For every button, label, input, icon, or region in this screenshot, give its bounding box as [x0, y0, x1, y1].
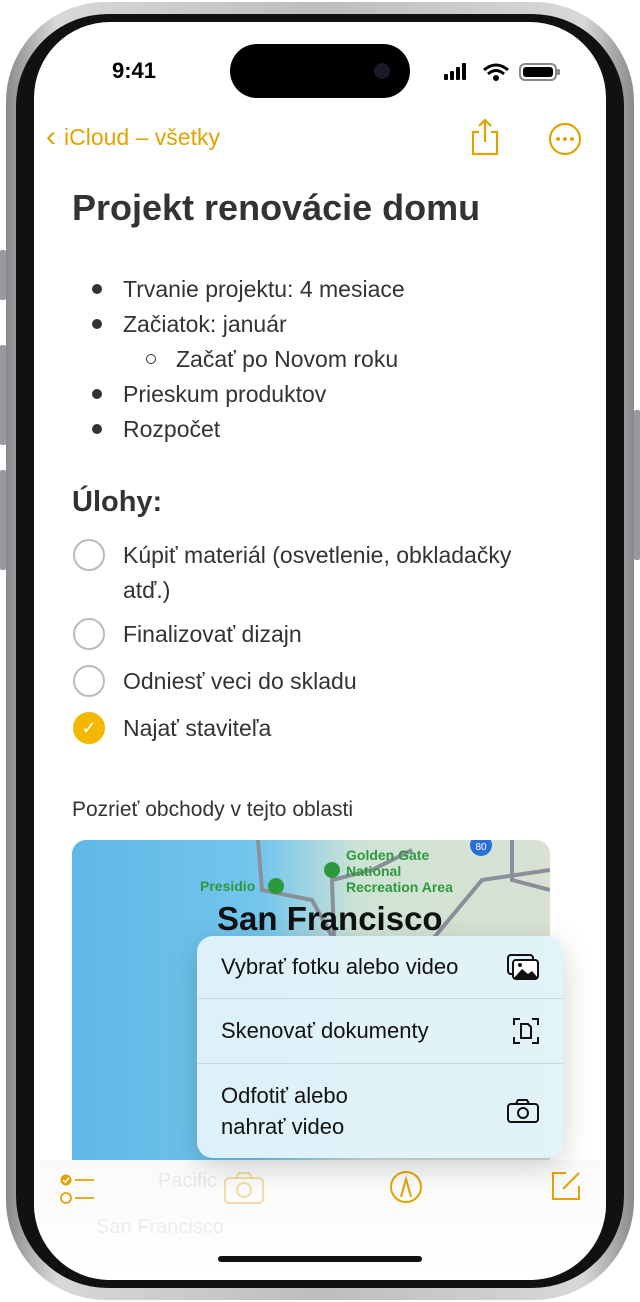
map-label-pacific: Pacific — [158, 1170, 217, 1192]
task-text-cont[interactable]: atď.) — [123, 577, 170, 604]
screen: 9:41 ‹ iCloud – všetky Projekt renovácie… — [34, 22, 606, 1280]
signal-icon — [444, 63, 466, 80]
share-icon[interactable] — [470, 118, 500, 156]
map-label-line: National — [346, 863, 402, 879]
battery-icon — [519, 63, 560, 81]
task-checkbox[interactable] — [73, 618, 105, 650]
checklist-icon[interactable] — [60, 1172, 96, 1206]
home-indicator[interactable] — [218, 1256, 422, 1262]
park-icon — [268, 878, 284, 894]
menu-item-scan-documents[interactable]: Skenovať dokumenty — [197, 999, 563, 1063]
map-label-presidio: Presidio — [200, 878, 256, 894]
map-label-city: San Francisco — [217, 900, 443, 937]
task-text[interactable]: Najať staviteľa — [123, 715, 271, 742]
compose-icon[interactable] — [550, 1170, 582, 1202]
menu-item-label-line: nahrať video — [221, 1114, 345, 1139]
map-caption: Pozrieť obchody v tejto oblasti — [72, 798, 354, 821]
more-icon[interactable] — [548, 122, 582, 156]
status-icons — [444, 63, 560, 81]
menu-item-take-photo[interactable]: Odfotiť alebo nahrať video — [197, 1064, 563, 1158]
doc-scan-icon — [513, 1018, 539, 1044]
task-text[interactable]: Kúpiť materiál (osvetlenie, obkladačky — [123, 542, 511, 569]
wifi-icon — [483, 63, 509, 81]
task-checkbox-checked[interactable]: ✓ — [73, 712, 105, 744]
menu-item-label-line: Odfotiť alebo — [221, 1083, 348, 1108]
volume-up-button — [0, 345, 6, 445]
status-time: 9:41 — [112, 58, 157, 83]
sub-bullet — [146, 354, 156, 364]
camera-icon[interactable] — [224, 1172, 264, 1204]
tasks-heading: Úlohy: — [72, 486, 163, 518]
dynamic-island — [230, 44, 410, 98]
bullet — [92, 284, 102, 294]
map-label-sf-faded: San Francisco — [96, 1216, 224, 1238]
note-title: Projekt renovácie domu — [72, 187, 481, 228]
back-label: iCloud – všetky — [64, 123, 220, 150]
bullet-item[interactable]: Začiatok: január — [123, 311, 287, 338]
menu-item-label: Odfotiť alebo nahrať video — [221, 1080, 348, 1142]
bottom-toolbar: Pacific San Francisco — [34, 1160, 606, 1280]
back-button[interactable]: ‹ iCloud – všetky — [46, 122, 220, 152]
bullet — [92, 319, 102, 329]
task-text[interactable]: Odniesť veci do skladu — [123, 668, 357, 695]
volume-down-button — [0, 470, 6, 570]
markup-icon[interactable] — [389, 1170, 423, 1204]
map-label-line: Recreation Area — [346, 879, 453, 895]
checkmark-icon: ✓ — [81, 718, 97, 738]
task-checkbox[interactable] — [73, 539, 105, 571]
bullet-item[interactable]: Rozpočet — [123, 416, 220, 443]
bullet-item[interactable]: Prieskum produktov — [123, 381, 326, 408]
map-label-line: Golden Gate — [346, 847, 430, 863]
camera-icon — [507, 1099, 539, 1123]
menu-item-label: Skenovať dokumenty — [221, 1018, 429, 1043]
attachment-menu: Vybrať fotku alebo video Skenovať dokume… — [197, 936, 563, 1158]
photo-library-icon — [507, 954, 539, 980]
chevron-left-icon: ‹ — [46, 120, 56, 153]
bullet — [92, 389, 102, 399]
sub-bullet-item[interactable]: Začať po Novom roku — [176, 346, 398, 373]
park-icon — [324, 862, 340, 878]
task-checkbox[interactable] — [73, 665, 105, 697]
action-button — [0, 250, 6, 300]
camera-dot — [374, 63, 390, 79]
side-button — [634, 410, 640, 560]
bullet — [92, 424, 102, 434]
bullet-item[interactable]: Trvanie projektu: 4 mesiace — [123, 276, 405, 303]
map-label-ggnra: Golden Gate National Recreation Area — [346, 847, 453, 895]
task-text[interactable]: Finalizovať dizajn — [123, 621, 302, 648]
menu-item-choose-photo[interactable]: Vybrať fotku alebo video — [197, 936, 563, 998]
menu-item-label: Vybrať fotku alebo video — [221, 954, 459, 979]
